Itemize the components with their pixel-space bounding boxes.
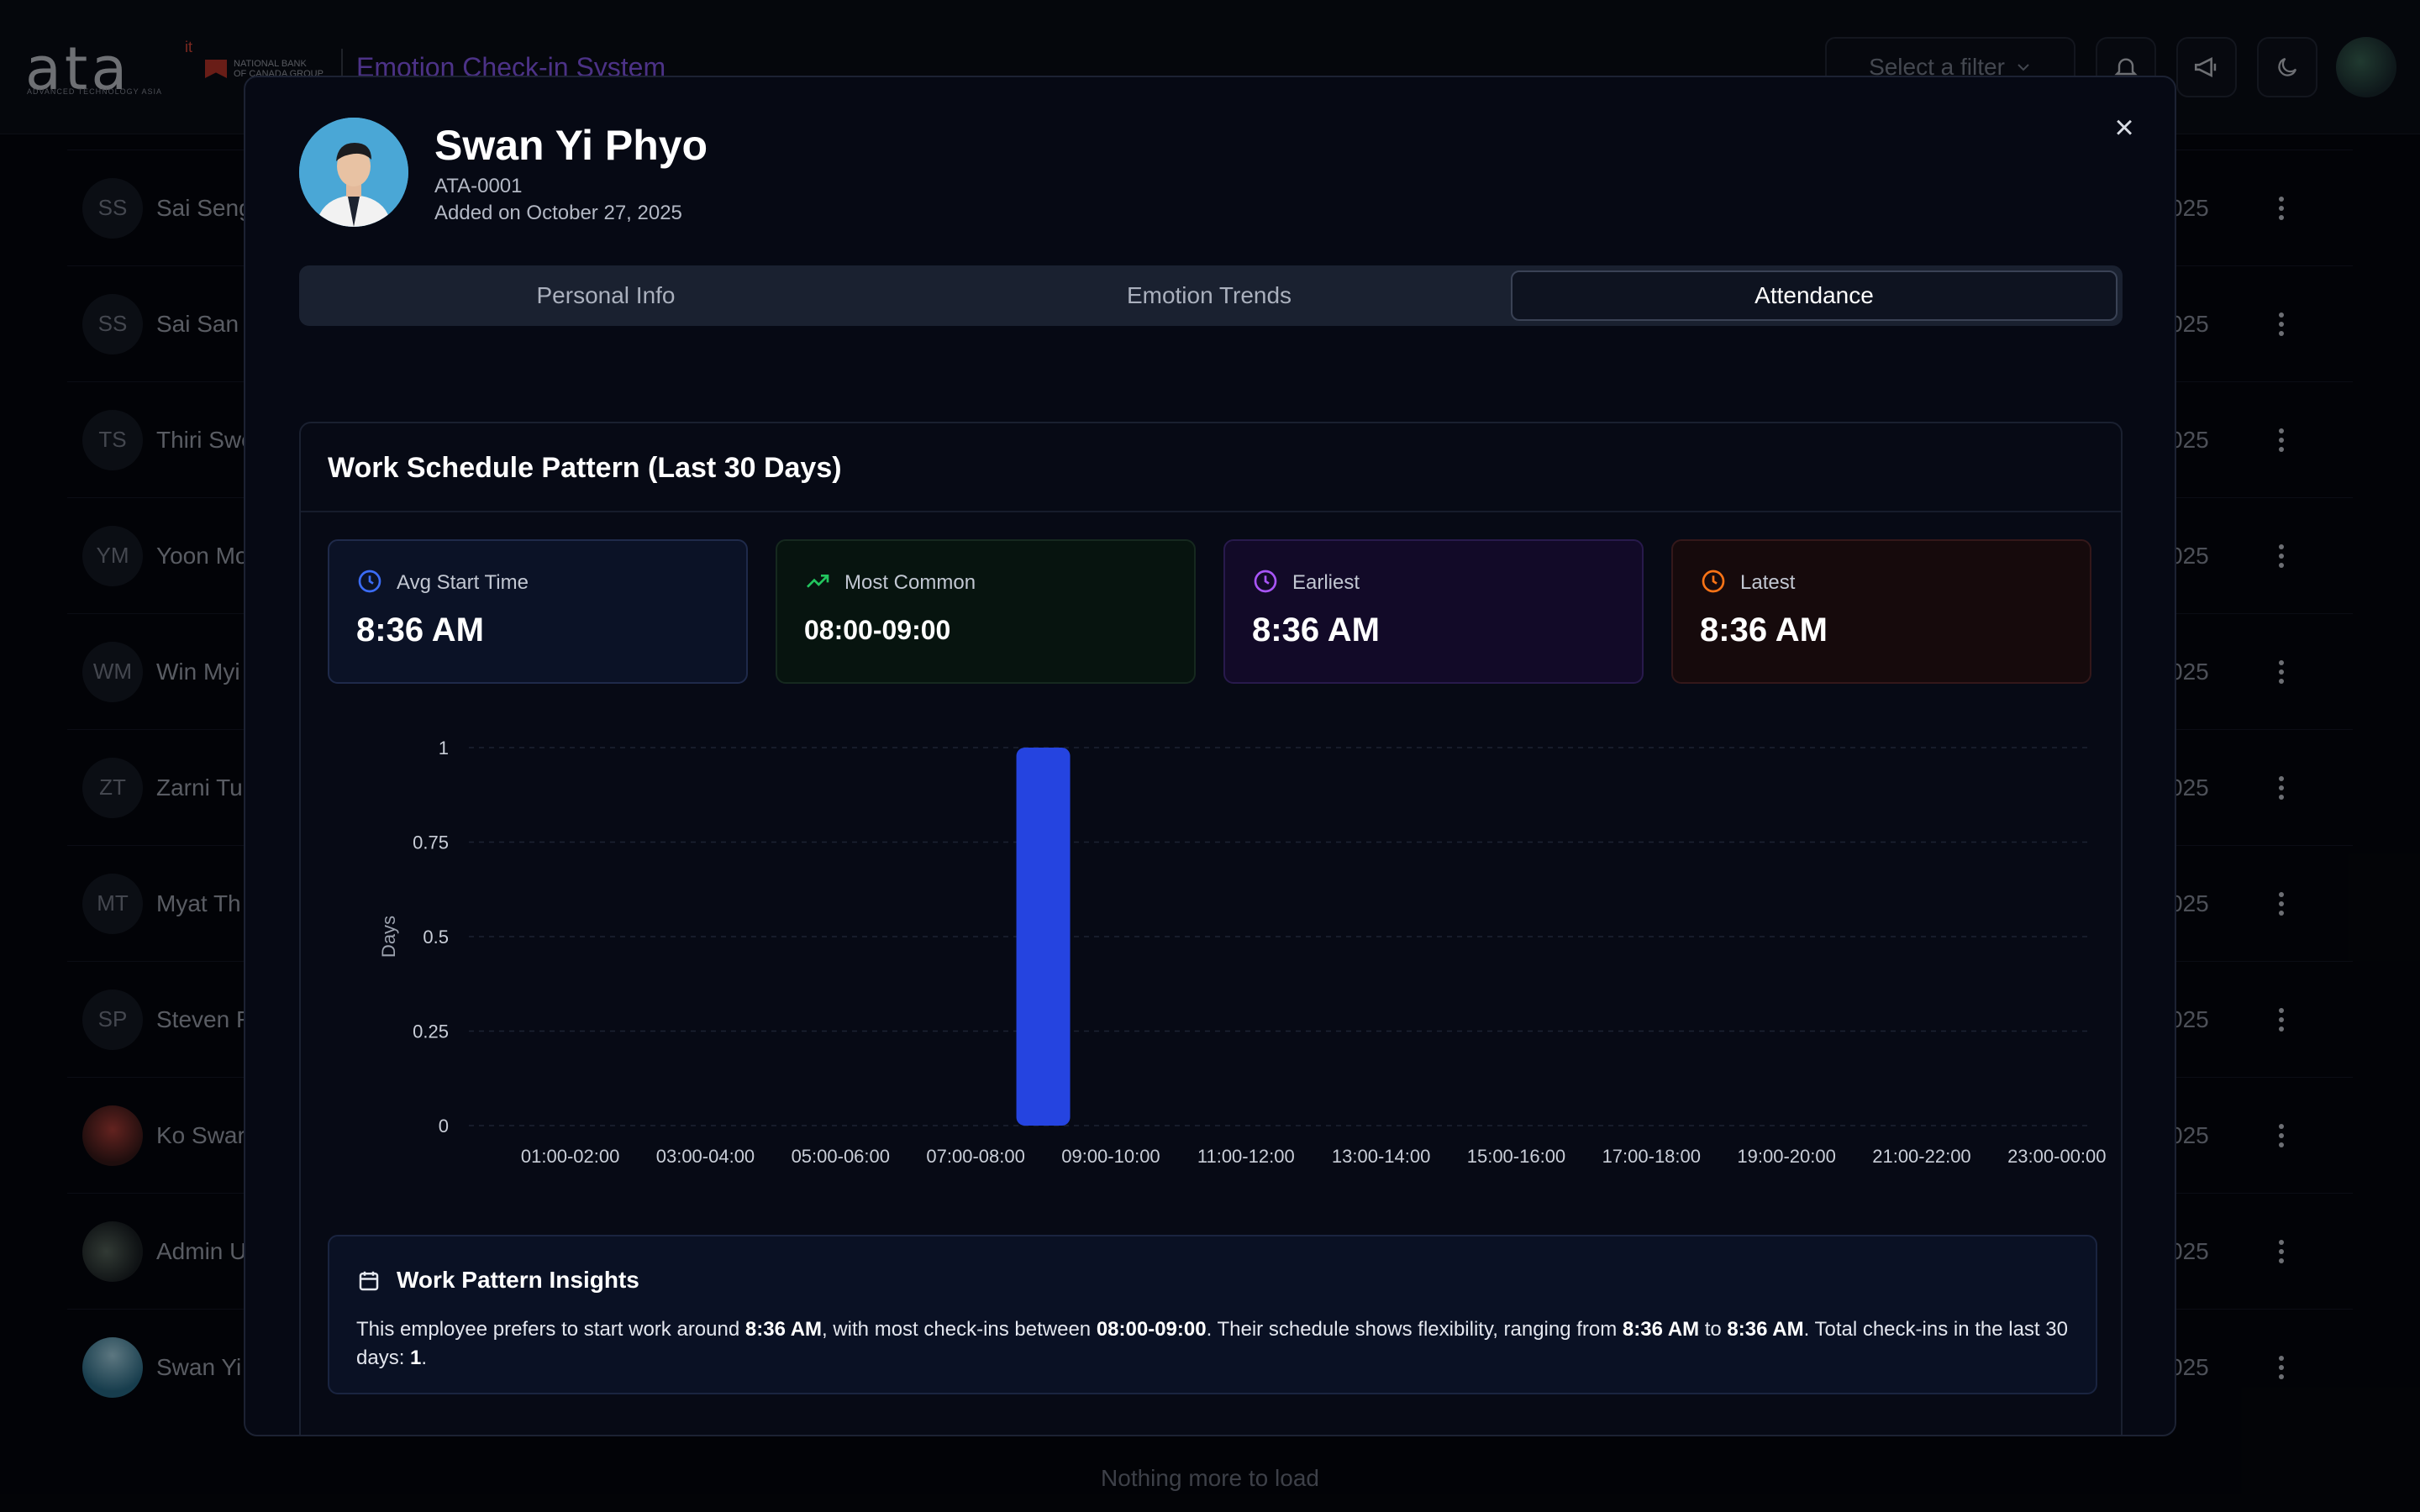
insight-text-part: .	[421, 1347, 428, 1369]
insight-value: 8:36 AM	[744, 1318, 823, 1341]
employee-detail-modal: × Swan Yi Phyo ATA-0001 Added on October…	[244, 76, 2176, 1436]
work-schedule-card: Work Schedule Pattern (Last 30 Days) Avg…	[299, 422, 2123, 1435]
x-tick-label: 17:00-18:00	[1602, 1146, 1701, 1167]
employee-id: ATA-0001	[434, 175, 523, 197]
stat-value: 8:36 AM	[1252, 612, 1380, 648]
insight-text-part: . Their schedule shows flexibility, rang…	[1206, 1318, 1623, 1341]
stat-label: Earliest	[1292, 571, 1360, 594]
y-tick-label: 0	[439, 1116, 449, 1137]
close-icon[interactable]: ×	[2104, 108, 2144, 148]
insights-text: This employee prefers to start work arou…	[356, 1315, 2079, 1373]
tab-emotion-trends[interactable]: Emotion Trends	[908, 270, 1511, 321]
stat-value: 08:00-09:00	[804, 615, 951, 645]
employee-name-heading: Swan Yi Phyo	[434, 122, 708, 169]
x-tick-label: 03:00-04:00	[656, 1146, 755, 1167]
insight-text-part: to	[1699, 1318, 1728, 1341]
work-pattern-insights: Work Pattern Insights This employee pref…	[328, 1235, 2097, 1394]
clock-icon	[1254, 570, 1277, 593]
tab-attendance[interactable]: Attendance	[1511, 270, 2118, 321]
x-tick-label: 09:00-10:00	[1061, 1146, 1160, 1167]
card-title: Work Schedule Pattern (Last 30 Days)	[328, 452, 842, 484]
insight-value: 08:00-09:00	[1096, 1318, 1207, 1341]
x-tick-label: 23:00-00:00	[2007, 1146, 2106, 1167]
y-tick-label: 0.75	[413, 832, 449, 853]
y-tick-label: 0.25	[413, 1021, 449, 1042]
detail-tabs: Personal Info Emotion Trends Attendance	[299, 265, 2123, 326]
x-tick-label: 05:00-06:00	[792, 1146, 890, 1167]
stat-label: Latest	[1740, 571, 1796, 594]
y-tick-label: 0.5	[423, 927, 449, 948]
stat-avg-start-time: Avg Start Time 8:36 AM	[328, 539, 748, 684]
divider	[301, 511, 2121, 512]
trending-up-icon	[807, 575, 829, 588]
stat-earliest: Earliest 8:36 AM	[1223, 539, 1644, 684]
calendar-icon	[359, 1271, 379, 1291]
insight-value: 8:36 AM	[1622, 1318, 1700, 1341]
x-tick-label: 19:00-20:00	[1737, 1146, 1835, 1167]
insight-value: 1	[410, 1347, 422, 1369]
clock-icon	[358, 570, 381, 593]
y-tick-label: 1	[439, 738, 449, 759]
insights-title: Work Pattern Insights	[397, 1267, 639, 1293]
employee-added-date: Added on October 27, 2025	[434, 202, 682, 224]
x-tick-label: 21:00-22:00	[1872, 1146, 1970, 1167]
stat-label: Avg Start Time	[397, 571, 529, 594]
insight-text-part: , with most check-ins between	[822, 1318, 1097, 1341]
stat-label: Most Common	[844, 571, 976, 594]
clock-icon	[1702, 570, 1725, 593]
x-tick-label: 13:00-14:00	[1332, 1146, 1430, 1167]
insight-value: 8:36 AM	[1727, 1318, 1804, 1341]
person-photo-icon	[299, 118, 408, 227]
x-tick-label: 01:00-02:00	[521, 1146, 619, 1167]
tab-personal-info[interactable]: Personal Info	[304, 270, 908, 321]
work-schedule-bar-chart: 0 0.25 0.5 0.75 1 Days 01:00-02:00 03:00-04:00 0…	[378, 738, 2107, 1167]
y-axis-label: Days	[378, 916, 399, 958]
insight-text-part: This employee prefers to start work arou…	[356, 1318, 745, 1341]
bar	[1016, 748, 1071, 1126]
stat-value: 8:36 AM	[1700, 612, 1828, 648]
stat-latest: Latest 8:36 AM	[1671, 539, 2091, 684]
x-tick-label: 07:00-08:00	[926, 1146, 1024, 1167]
stat-most-common: Most Common 08:00-09:00	[776, 539, 1196, 684]
profile-photo	[299, 118, 408, 227]
x-tick-label: 11:00-12:00	[1197, 1146, 1295, 1167]
x-tick-label: 15:00-16:00	[1467, 1146, 1565, 1167]
stat-value: 8:36 AM	[356, 612, 484, 648]
